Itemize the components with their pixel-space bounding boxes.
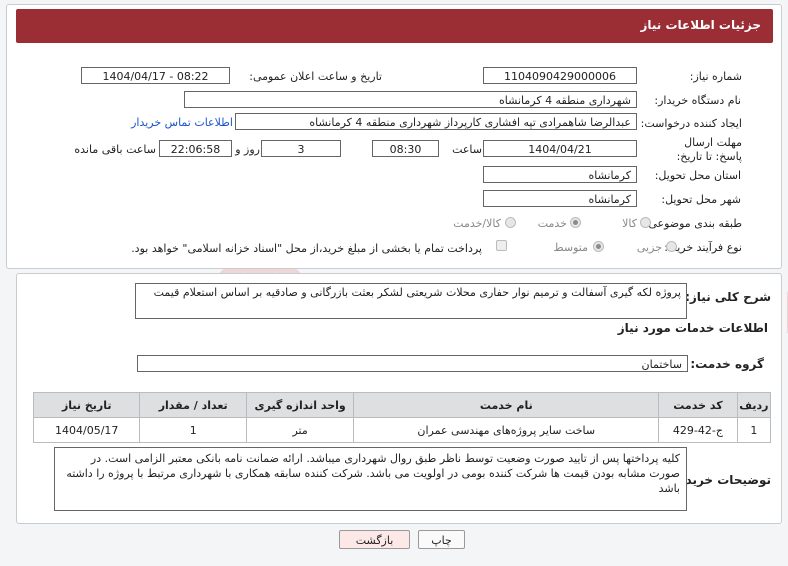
col-need-date: تاریخ نیاز	[32, 392, 141, 418]
summary-textarea[interactable]: پروژه لکه گیری آسفالت و ترمیم نوار حفاری…	[135, 283, 687, 319]
province-field: کرمانشاه	[483, 166, 637, 183]
announce-label: تاریخ و ساعت اعلان عمومی:	[249, 70, 382, 83]
summary-text: پروژه لکه گیری آسفالت و ترمیم نوار حفاری…	[153, 286, 681, 299]
days-field: 3	[261, 140, 341, 157]
need-number-field: 1104090429000006	[483, 67, 637, 84]
service-group-field: ساختمان	[137, 355, 688, 372]
deadline-label: مهلت ارسال پاسخ: تا تاریخ:	[676, 136, 742, 163]
service-group-label: گروه خدمت:	[690, 357, 764, 371]
services-section-title: اطلاعات خدمات مورد نیاز	[617, 321, 768, 335]
cell-row-number: 1	[736, 417, 772, 443]
buyer-org-field: شهرداری منطقه 4 کرمانشاه	[184, 91, 637, 108]
table-header-row: ردیف کد خدمت نام خدمت واحد اندازه گیری ت…	[32, 392, 772, 418]
process-radio-minor[interactable]	[666, 241, 677, 252]
process-option-medium: متوسط	[553, 241, 588, 254]
header-bar: جزئیات اطلاعات نیاز	[16, 9, 773, 43]
page-title: جزئیات اطلاعات نیاز	[640, 18, 761, 32]
city-label: شهر محل تحویل:	[661, 193, 741, 206]
buyer-notes-text: کلیه پرداختها پس از تایید صورت وضعیت توس…	[66, 452, 680, 495]
print-button[interactable]: چاپ	[418, 530, 465, 549]
announce-field: 1404/04/17 - 08:22	[81, 67, 230, 84]
col-unit: واحد اندازه گیری	[245, 392, 355, 418]
col-service-name: نام خدمت	[353, 392, 660, 418]
province-label: استان محل تحویل:	[654, 169, 741, 182]
category-radio-goods[interactable]	[640, 217, 651, 228]
category-option-goods-service: کالا/خدمت	[453, 217, 501, 230]
col-quantity: تعداد / مقدار	[139, 392, 247, 418]
need-number-label: شماره نیاز:	[689, 70, 742, 83]
services-table: ردیف کد خدمت نام خدمت واحد اندازه گیری ت…	[32, 392, 772, 443]
creator-field: عبدالرضا شاهمرادی تپه افشاری کارپرداز شه…	[235, 113, 637, 130]
buyer-org-label: نام دستگاه خریدار:	[654, 94, 741, 107]
creator-label: ایجاد کننده درخواست:	[640, 117, 742, 130]
cell-service-name: ساخت سایر پروژه‌های مهندسی عمران	[353, 417, 660, 443]
process-radio-medium[interactable]	[593, 241, 604, 252]
deadline-time-field: 08:30	[372, 140, 439, 157]
category-option-service: خدمت	[537, 217, 567, 230]
payment-note: پرداخت تمام یا بخشی از مبلغ خرید،از محل …	[131, 242, 482, 255]
category-label: طبقه بندی موضوعی:	[644, 217, 742, 230]
remaining-label: ساعت باقی مانده	[74, 143, 156, 156]
col-service-code: کد خدمت	[658, 392, 738, 418]
summary-label: شرح کلی نیاز:	[685, 290, 771, 304]
table-row: 1 ج-42-429 ساخت سایر پروژه‌های مهندسی عم…	[32, 417, 772, 443]
time-label: ساعت	[452, 143, 482, 156]
city-field: کرمانشاه	[483, 190, 637, 207]
buyer-notes-textarea[interactable]: کلیه پرداختها پس از تایید صورت وضعیت توس…	[54, 447, 687, 511]
payment-checkbox[interactable]	[496, 240, 507, 251]
remaining-time-field: 22:06:58	[159, 140, 232, 157]
days-label: روز و	[235, 143, 260, 156]
process-option-minor: جزیی	[636, 241, 662, 254]
col-row-number: ردیف	[736, 392, 772, 418]
deadline-date-field: 1404/04/21	[483, 140, 637, 157]
cell-unit: متر	[245, 417, 355, 443]
cell-service-code: ج-42-429	[658, 417, 738, 443]
back-button[interactable]: بازگشت	[339, 530, 410, 549]
category-radio-service[interactable]	[570, 217, 581, 228]
cell-quantity: 1	[139, 417, 247, 443]
category-option-goods: کالا	[622, 217, 637, 230]
category-radio-goods-service[interactable]	[505, 217, 516, 228]
cell-need-date: 1404/05/17	[32, 417, 141, 443]
contact-link[interactable]: اطلاعات تماس خریدار	[131, 116, 233, 129]
